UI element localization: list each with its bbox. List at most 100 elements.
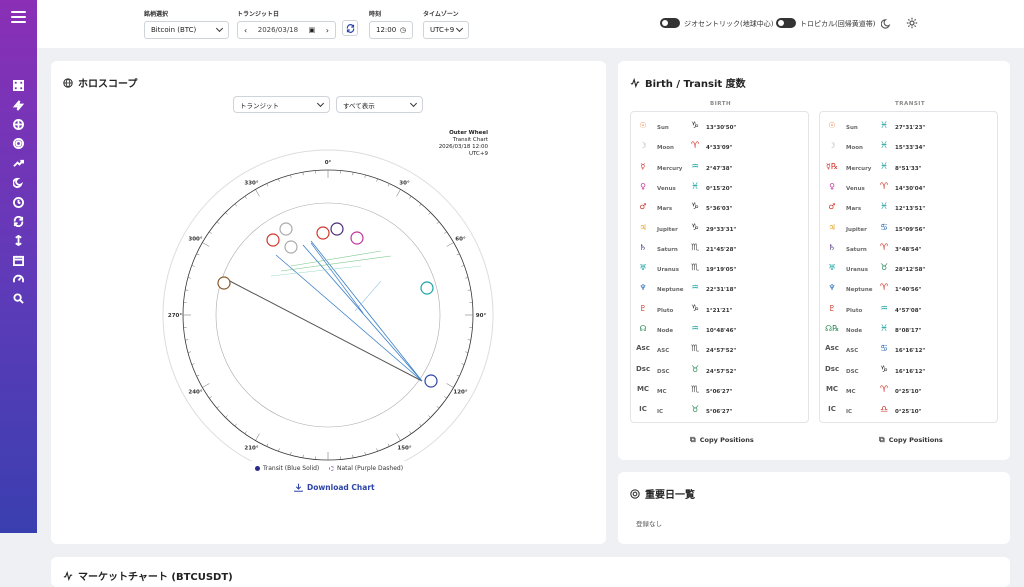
top-toolbar: 銘柄選択 Bitcoin (BTC) トランジット日 ‹ 2026/03/18 …	[37, 0, 1024, 48]
degree-label: 60°	[455, 237, 466, 243]
mercury-glyph-icon: ☿℞	[825, 162, 839, 171]
zodiac-sign-icon: ♈	[878, 243, 890, 253]
birth-row-sun: ☉Sun♑13°30'50"	[631, 118, 808, 139]
planet-name: Moon	[846, 145, 863, 151]
display-filter-select[interactable]: すべて表示	[336, 96, 423, 113]
search-icon[interactable]	[0, 289, 37, 308]
chevron-down-icon	[456, 25, 463, 32]
refresh-button[interactable]	[342, 20, 358, 36]
horoscope-title-row: ホロスコープ	[63, 75, 137, 90]
degree-value: 8°51'33"	[895, 166, 921, 172]
important-dates-empty: 登録なし	[636, 518, 662, 528]
degree-value: 8°08'17"	[895, 328, 921, 334]
important-dates-card: 重要日一覧 登録なし	[618, 472, 1010, 544]
degree-value: 15°33'34"	[895, 145, 925, 151]
birth-row-uranus: ♅Uranus♏19°19'05"	[631, 260, 808, 281]
time-value: 12:00	[376, 26, 396, 34]
zodiac-sign-icon: ♏	[689, 243, 701, 253]
lightning-icon[interactable]	[0, 95, 37, 114]
dashboard-icon[interactable]	[0, 76, 37, 95]
transit-row-mc: MCMC♈0°25'10"	[820, 382, 997, 403]
planet-marker	[421, 282, 433, 294]
planet-name: Neptune	[657, 287, 683, 293]
chart-mode-value: トランジット	[240, 100, 279, 110]
sun-glyph-icon: ☉	[825, 121, 839, 130]
transit-date-field: トランジット日 ‹ 2026/03/18 ▣ ›	[237, 9, 336, 39]
geocentric-toggle[interactable]	[660, 18, 680, 28]
transit-row-ic: ICIC♎0°25'10"	[820, 402, 997, 423]
zodiac-sign-icon: ♓	[878, 162, 890, 172]
hamburger-menu-icon[interactable]	[11, 11, 26, 23]
next-day-icon[interactable]: ›	[326, 26, 329, 35]
moon-icon[interactable]	[0, 173, 37, 192]
asset-value: Bitcoin (BTC)	[151, 26, 196, 34]
jupiter-glyph-icon: ♃	[825, 223, 839, 232]
download-chart-button[interactable]: Download Chart	[294, 483, 375, 492]
transit-row-jupiter: ♃Jupiter♋15°09'56"	[820, 220, 997, 241]
arrows-vertical-icon[interactable]	[0, 231, 37, 250]
planet-name: Jupiter	[846, 227, 867, 233]
zodiac-sign-icon: ♏	[689, 385, 701, 395]
chart-mode-select[interactable]: トランジット	[233, 96, 330, 113]
birth-row-node: ☊Node♒10°48'46"	[631, 321, 808, 342]
transit-row-neptune: ♆Neptune♈1°40'56"	[820, 280, 997, 301]
planet-marker	[280, 223, 292, 235]
wheel-info: Outer Wheel Transit Chart 2026/03/18 12:…	[411, 130, 488, 158]
legend-natal-dot	[329, 466, 334, 471]
birth-row-moon: ☽Moon♈4°33'09"	[631, 138, 808, 159]
radar-icon[interactable]	[0, 134, 37, 153]
degree-value: 12°13'51"	[895, 206, 925, 212]
copy-transit-positions-button[interactable]: ⧉ Copy Positions	[879, 435, 943, 445]
timezone-select[interactable]: UTC+9	[423, 21, 469, 39]
degree-label: 330°	[244, 180, 258, 186]
zodiac-sign-icon: ♑	[689, 121, 701, 131]
mc-glyph-icon: MC	[825, 385, 839, 393]
zodiac-sign-icon: ♉	[689, 365, 701, 375]
degrees-title-row: Birth / Transit 度数	[630, 75, 746, 90]
sun-glyph-icon: ☉	[636, 121, 650, 130]
chevron-down-icon	[216, 25, 223, 32]
gauge-icon[interactable]	[0, 270, 37, 289]
degree-label: 300°	[188, 237, 202, 243]
zodiac-sign-icon: ♓	[878, 202, 890, 212]
transit-date-label: トランジット日	[237, 9, 336, 18]
degree-value: 2°47'38"	[706, 166, 732, 172]
calendar-icon[interactable]	[0, 251, 37, 270]
birth-row-saturn: ♄Saturn♏21°45'28"	[631, 240, 808, 261]
planet-name: ASC	[846, 348, 858, 354]
zodiac-sign-icon: ♓	[878, 324, 890, 334]
wheel-info-line: 2026/03/18 12:00	[411, 144, 488, 151]
time-input[interactable]: 12:00◷	[369, 21, 413, 39]
transit-date-input[interactable]: ‹ 2026/03/18 ▣ ›	[237, 21, 336, 39]
tropical-toggle[interactable]	[776, 18, 796, 28]
refresh-icon[interactable]	[0, 212, 37, 231]
zodiac-sign-icon: ♒	[689, 162, 701, 172]
moon-glyph-icon: ☽	[825, 141, 839, 150]
degree-value: 1°21'21"	[706, 308, 732, 314]
degree-value: 28°12'58"	[895, 267, 925, 273]
prev-day-icon[interactable]: ‹	[244, 26, 247, 35]
dark-mode-icon[interactable]	[881, 18, 892, 29]
uranus-glyph-icon: ♅	[636, 263, 650, 272]
birth-row-mc: MCMC♏5°06'27"	[631, 382, 808, 403]
degree-value: 14°30'04"	[895, 186, 925, 192]
asset-select[interactable]: Bitcoin (BTC)	[144, 21, 229, 39]
trend-icon[interactable]	[0, 154, 37, 173]
birth-row-jupiter: ♃Jupiter♑29°33'31"	[631, 220, 808, 241]
settings-gear-icon[interactable]	[906, 17, 918, 29]
calendar-picker-icon[interactable]: ▣	[309, 26, 316, 34]
target-icon[interactable]	[0, 115, 37, 134]
timezone-label: タイムゾーン	[423, 9, 469, 18]
birth-row-neptune: ♆Neptune♒22°31'18"	[631, 280, 808, 301]
degree-label: 0°	[325, 160, 332, 166]
saturn-glyph-icon: ♄	[636, 243, 650, 252]
planet-name: Mars	[846, 206, 861, 212]
degrees-title: Birth / Transit 度数	[645, 75, 746, 90]
zodiac-sign-icon: ♋	[878, 344, 890, 354]
wheel-info-line: UTC+9	[411, 151, 488, 158]
dsc-glyph-icon: Dsc	[825, 365, 839, 373]
transit-row-node: ☊℞Node♓8°08'17"	[820, 321, 997, 342]
copy-birth-positions-button[interactable]: ⧉ Copy Positions	[690, 435, 754, 445]
planet-name: Neptune	[846, 287, 872, 293]
clock-icon[interactable]	[0, 192, 37, 211]
